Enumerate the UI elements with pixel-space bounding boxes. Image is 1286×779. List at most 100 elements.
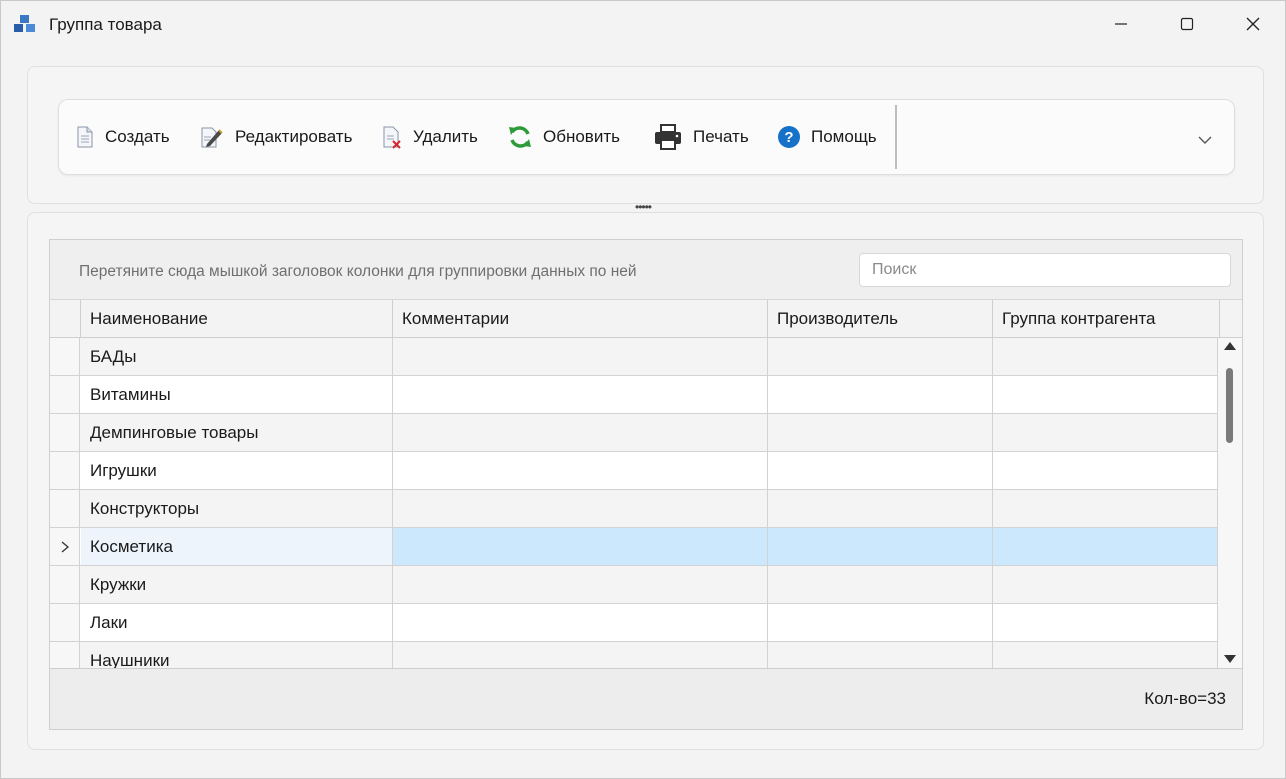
refresh-button[interactable]: Обновить <box>507 100 620 174</box>
chevron-right-icon <box>61 541 69 552</box>
group-by-area[interactable]: Перетяните сюда мышкой заголовок колонки… <box>50 240 1242 300</box>
table-cell-maker[interactable] <box>768 642 993 668</box>
edit-button[interactable]: Редактировать <box>199 100 352 174</box>
scroll-thumb[interactable] <box>1226 368 1233 443</box>
table-row[interactable]: БАДы <box>50 338 1218 376</box>
row-indicator[interactable] <box>50 604 80 641</box>
title-bar: Группа товара <box>1 1 1285 47</box>
search-input[interactable] <box>859 253 1231 287</box>
row-indicator[interactable] <box>50 566 80 603</box>
help-label: Помощь <box>811 127 877 146</box>
app-logo-icon <box>14 15 35 32</box>
table-cell-comment[interactable] <box>393 604 768 641</box>
delete-document-icon <box>383 126 401 149</box>
table-cell-comment[interactable] <box>393 452 768 489</box>
table-cell-maker[interactable] <box>768 452 993 489</box>
column-header-maker[interactable]: Производитель <box>768 300 993 337</box>
table-cell-maker[interactable] <box>768 604 993 641</box>
table-cell-comment[interactable] <box>393 642 768 668</box>
grid-footer: Кол-во=33 <box>50 668 1242 729</box>
group-hint-text: Перетяните сюда мышкой заголовок колонки… <box>79 263 637 280</box>
row-indicator[interactable] <box>50 376 80 413</box>
maximize-icon <box>1180 17 1194 31</box>
table-cell-name[interactable]: БАДы <box>81 338 393 375</box>
table-row[interactable]: Лаки <box>50 604 1218 642</box>
table-cell-maker[interactable] <box>768 338 993 375</box>
table-cell-maker[interactable] <box>768 490 993 527</box>
svg-text:?: ? <box>784 129 793 146</box>
grid-rows: БАДы Витамины Демпинговые товары Игрушки Кон… <box>50 338 1218 668</box>
help-icon: ? <box>778 126 800 148</box>
table-cell-group[interactable] <box>993 414 1218 451</box>
scroll-up-icon[interactable] <box>1223 341 1237 351</box>
table-cell-comment[interactable] <box>393 414 768 451</box>
close-button[interactable] <box>1220 1 1286 47</box>
table-cell-group[interactable] <box>993 490 1218 527</box>
refresh-icon <box>509 126 531 148</box>
column-header-group[interactable]: Группа контрагента <box>993 300 1220 337</box>
table-cell-group[interactable] <box>993 528 1218 565</box>
scroll-down-icon[interactable] <box>1223 654 1237 664</box>
toolbar: Создать Редактировать Удалить Обновить П… <box>58 99 1235 175</box>
table-cell-group[interactable] <box>993 566 1218 603</box>
table-cell-comment[interactable] <box>393 338 768 375</box>
table-cell-maker[interactable] <box>768 414 993 451</box>
table-cell-name[interactable]: Лаки <box>81 604 393 641</box>
table-cell-name[interactable]: Витамины <box>81 376 393 413</box>
table-row[interactable]: Витамины <box>50 376 1218 414</box>
table-cell-group[interactable] <box>993 338 1218 375</box>
table-row[interactable]: Наушники <box>50 642 1218 668</box>
column-header-row: Наименование Комментарии Производитель Г… <box>50 300 1242 338</box>
table-cell-comment[interactable] <box>393 528 768 565</box>
table-row[interactable]: Конструкторы <box>50 490 1218 528</box>
table-row[interactable]: Косметика <box>50 528 1218 566</box>
table-cell-comment[interactable] <box>393 376 768 413</box>
table-row[interactable]: Демпинговые товары <box>50 414 1218 452</box>
minimize-button[interactable] <box>1088 1 1154 47</box>
table-cell-maker[interactable] <box>768 376 993 413</box>
minimize-icon <box>1115 23 1127 25</box>
table-cell-name[interactable]: Игрушки <box>81 452 393 489</box>
grid-panel: Перетяните сюда мышкой заголовок колонки… <box>27 212 1264 750</box>
column-header-filler <box>1220 300 1242 337</box>
table-row[interactable]: Кружки <box>50 566 1218 604</box>
table-cell-name[interactable]: Конструкторы <box>81 490 393 527</box>
help-button[interactable]: ? Помощь <box>777 100 877 174</box>
column-header-name[interactable]: Наименование <box>81 300 393 337</box>
delete-label: Удалить <box>413 127 478 146</box>
toolbar-separator <box>895 105 897 169</box>
row-indicator[interactable] <box>50 414 80 451</box>
row-indicator[interactable] <box>50 338 80 375</box>
table-cell-group[interactable] <box>993 376 1218 413</box>
app-window: Группа товара Создать Редактировать Удал… <box>0 0 1286 779</box>
table-cell-name[interactable]: Наушники <box>81 642 393 668</box>
refresh-label: Обновить <box>543 127 620 146</box>
row-indicator[interactable] <box>50 528 80 565</box>
table-cell-comment[interactable] <box>393 566 768 603</box>
maximize-button[interactable] <box>1154 1 1220 47</box>
table-row[interactable]: Игрушки <box>50 452 1218 490</box>
table-cell-group[interactable] <box>993 604 1218 641</box>
table-cell-comment[interactable] <box>393 490 768 527</box>
column-header-comment[interactable]: Комментарии <box>393 300 768 337</box>
create-label: Создать <box>105 127 170 146</box>
row-indicator[interactable] <box>50 642 80 668</box>
print-label: Печать <box>693 127 749 146</box>
table-cell-name[interactable]: Косметика <box>81 528 393 565</box>
row-indicator[interactable] <box>50 452 80 489</box>
print-button[interactable]: Печать <box>653 100 749 174</box>
row-indicator-header <box>50 300 81 337</box>
create-button[interactable]: Создать <box>75 100 170 174</box>
table-cell-group[interactable] <box>993 452 1218 489</box>
table-cell-maker[interactable] <box>768 528 993 565</box>
delete-button[interactable]: Удалить <box>381 100 478 174</box>
chevron-down-icon[interactable] <box>1195 130 1215 150</box>
row-indicator[interactable] <box>50 490 80 527</box>
splitter-handle[interactable]: ••••• <box>635 201 652 213</box>
vertical-scrollbar[interactable] <box>1218 338 1242 668</box>
table-cell-name[interactable]: Кружки <box>81 566 393 603</box>
table-cell-group[interactable] <box>993 642 1218 668</box>
table-cell-maker[interactable] <box>768 566 993 603</box>
table-cell-name[interactable]: Демпинговые товары <box>81 414 393 451</box>
printer-icon <box>655 124 681 150</box>
